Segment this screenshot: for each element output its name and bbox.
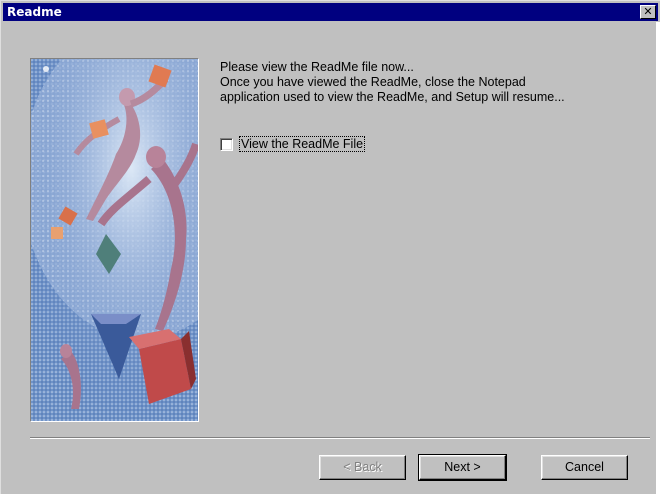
instruction-line: application used to view the ReadMe, and… bbox=[220, 90, 565, 104]
title-bar[interactable]: Readme ✕ bbox=[3, 3, 658, 21]
view-readme-checkbox[interactable] bbox=[220, 137, 233, 151]
instruction-line: Once you have viewed the ReadMe, close t… bbox=[220, 75, 526, 89]
readme-dialog: Readme ✕ Please view the ReadMe file now… bbox=[0, 0, 660, 494]
view-readme-label[interactable]: View the ReadMe File bbox=[238, 136, 366, 152]
window-title: Readme bbox=[7, 5, 62, 19]
close-icon[interactable]: ✕ bbox=[640, 5, 656, 19]
setup-illustration bbox=[30, 58, 199, 422]
next-button[interactable]: Next > bbox=[418, 454, 507, 481]
cancel-button[interactable]: Cancel bbox=[541, 455, 628, 480]
back-button[interactable]: < Back bbox=[319, 455, 406, 480]
illustration-art bbox=[31, 59, 198, 421]
screen-edge bbox=[656, 22, 660, 494]
instruction-line: Please view the ReadMe file now... bbox=[220, 60, 414, 74]
view-readme-option[interactable]: View the ReadMe File bbox=[220, 136, 366, 152]
button-divider bbox=[30, 437, 650, 439]
instruction-text: Please view the ReadMe file now... Once … bbox=[220, 60, 650, 105]
